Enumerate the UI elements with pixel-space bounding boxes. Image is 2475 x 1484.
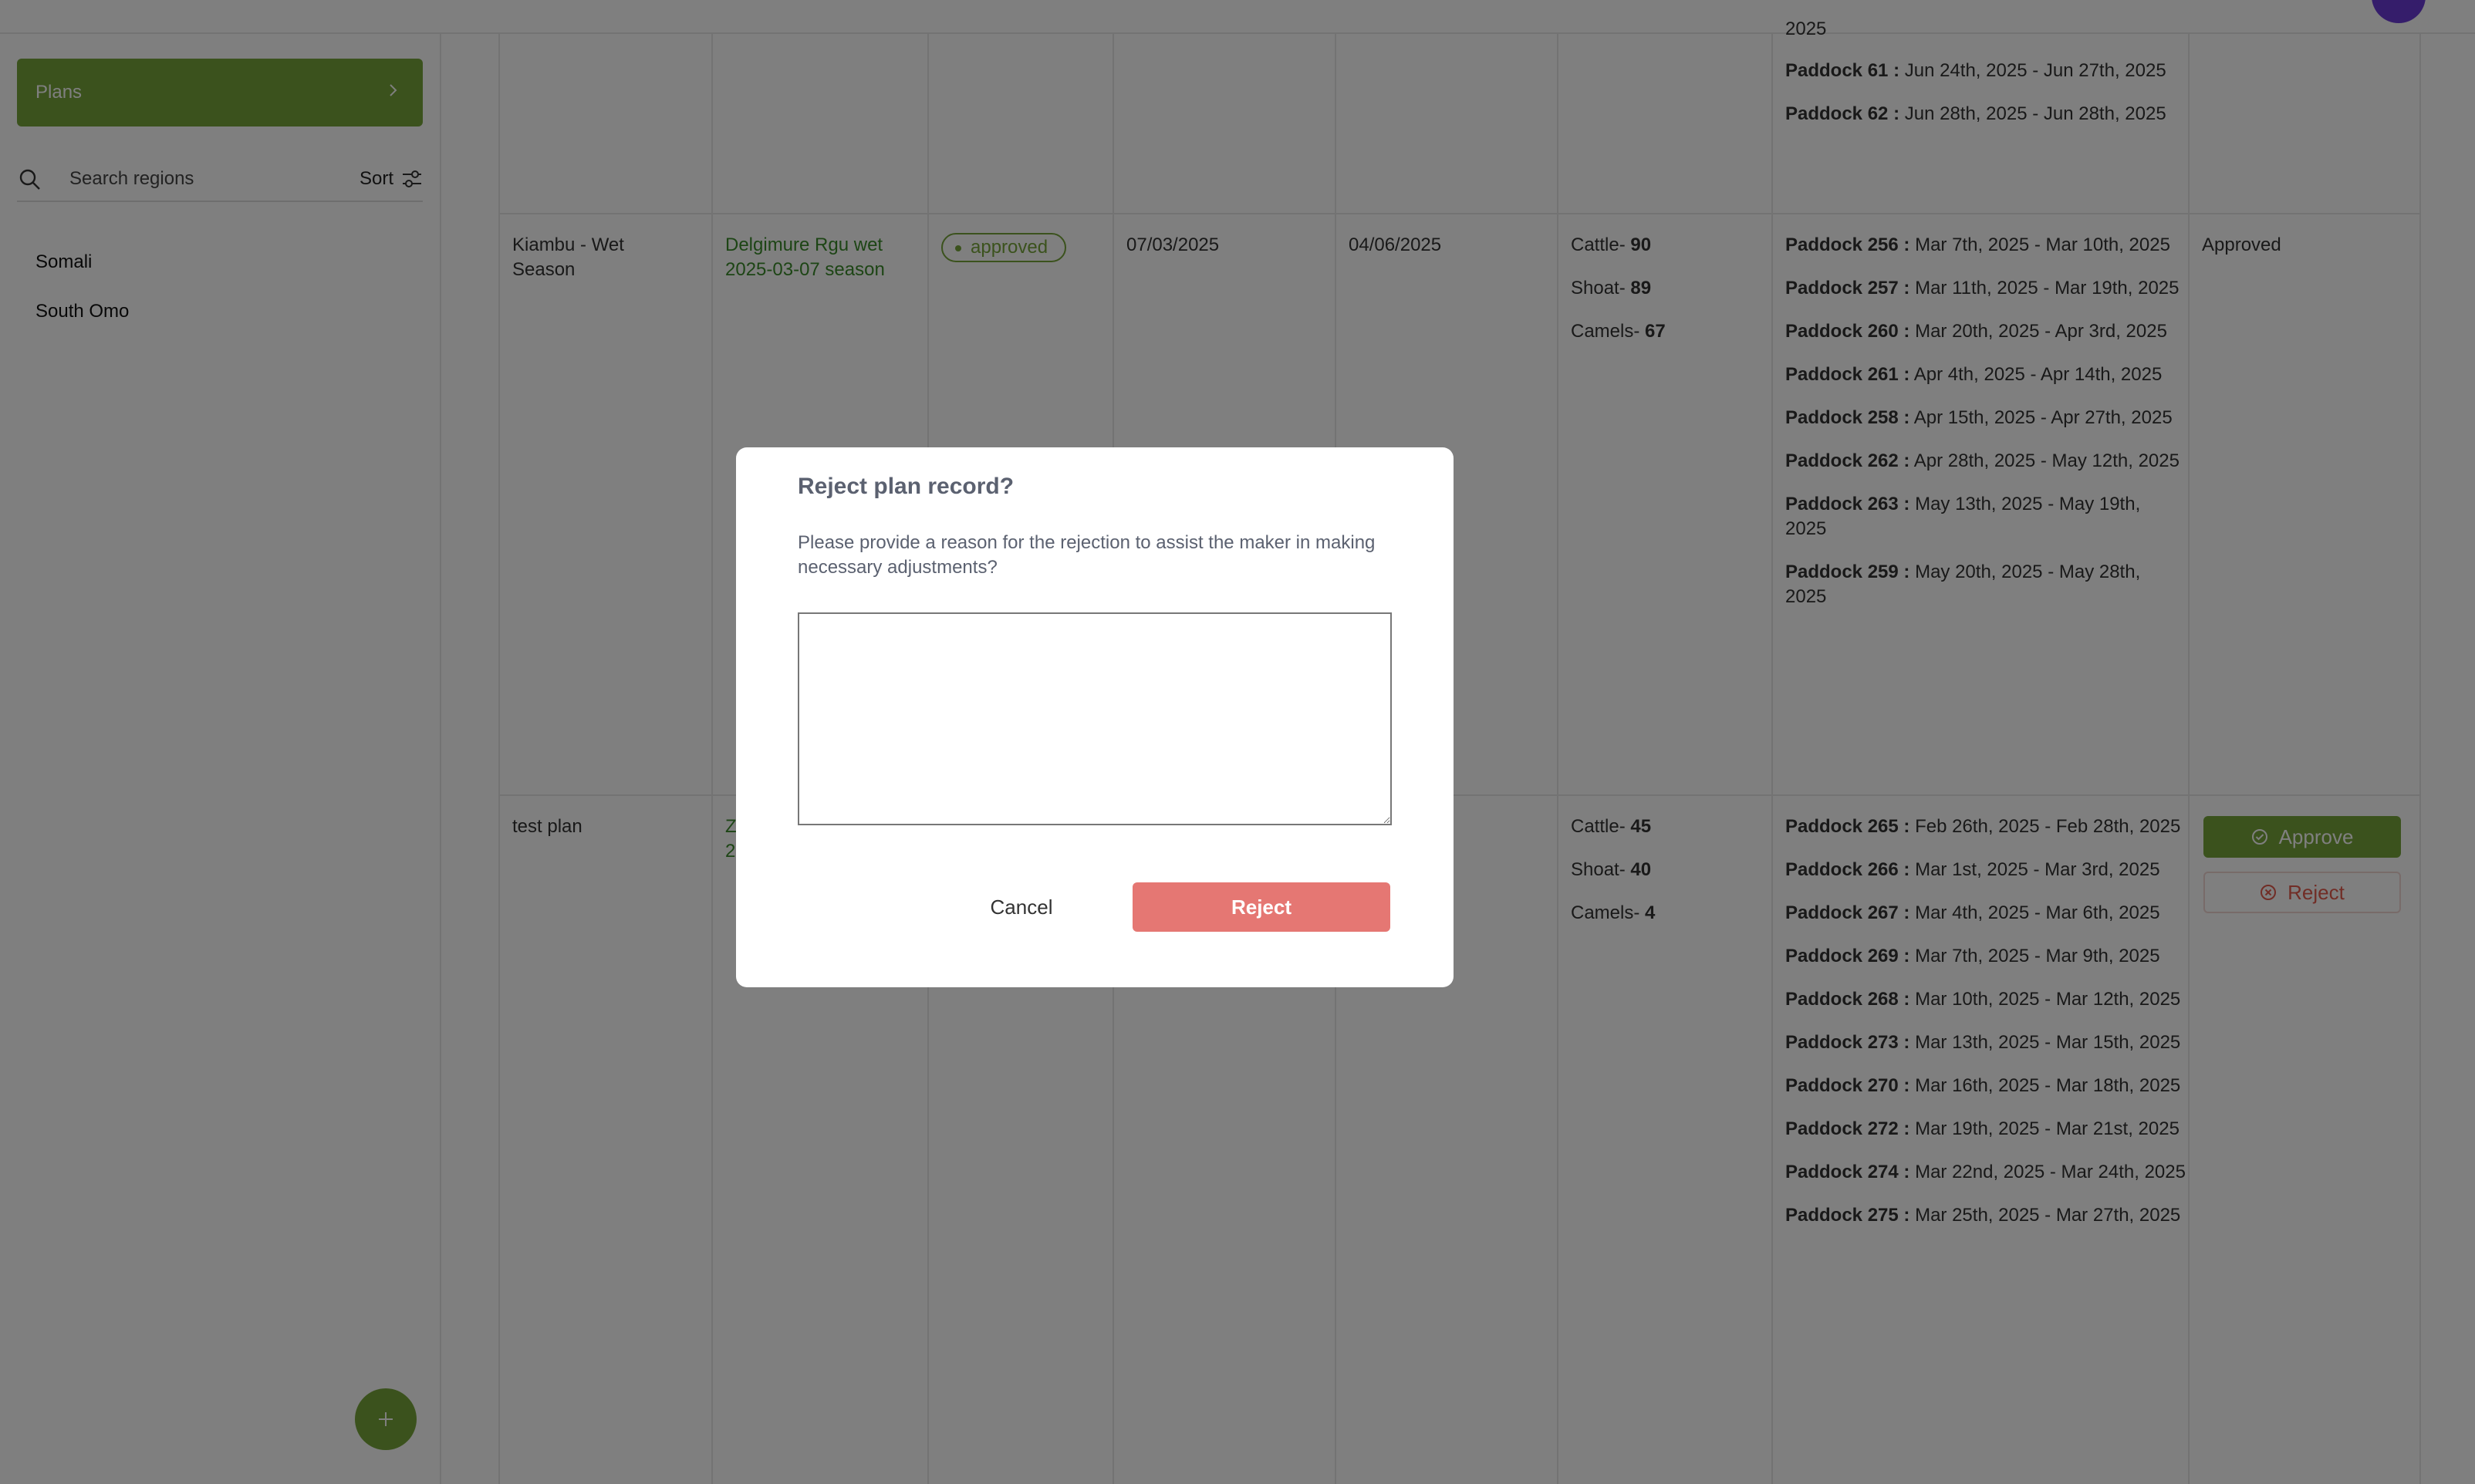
modal-description: Please provide a reason for the rejectio… xyxy=(798,532,1376,578)
modal-title: Reject plan record? xyxy=(798,474,1015,499)
reject-plan-modal: Reject plan record? Please provide a rea… xyxy=(736,447,1454,987)
rejection-reason-textarea[interactable] xyxy=(798,612,1392,825)
cancel-button[interactable]: Cancel xyxy=(944,882,1099,932)
reject-button[interactable]: Reject xyxy=(1133,882,1390,932)
